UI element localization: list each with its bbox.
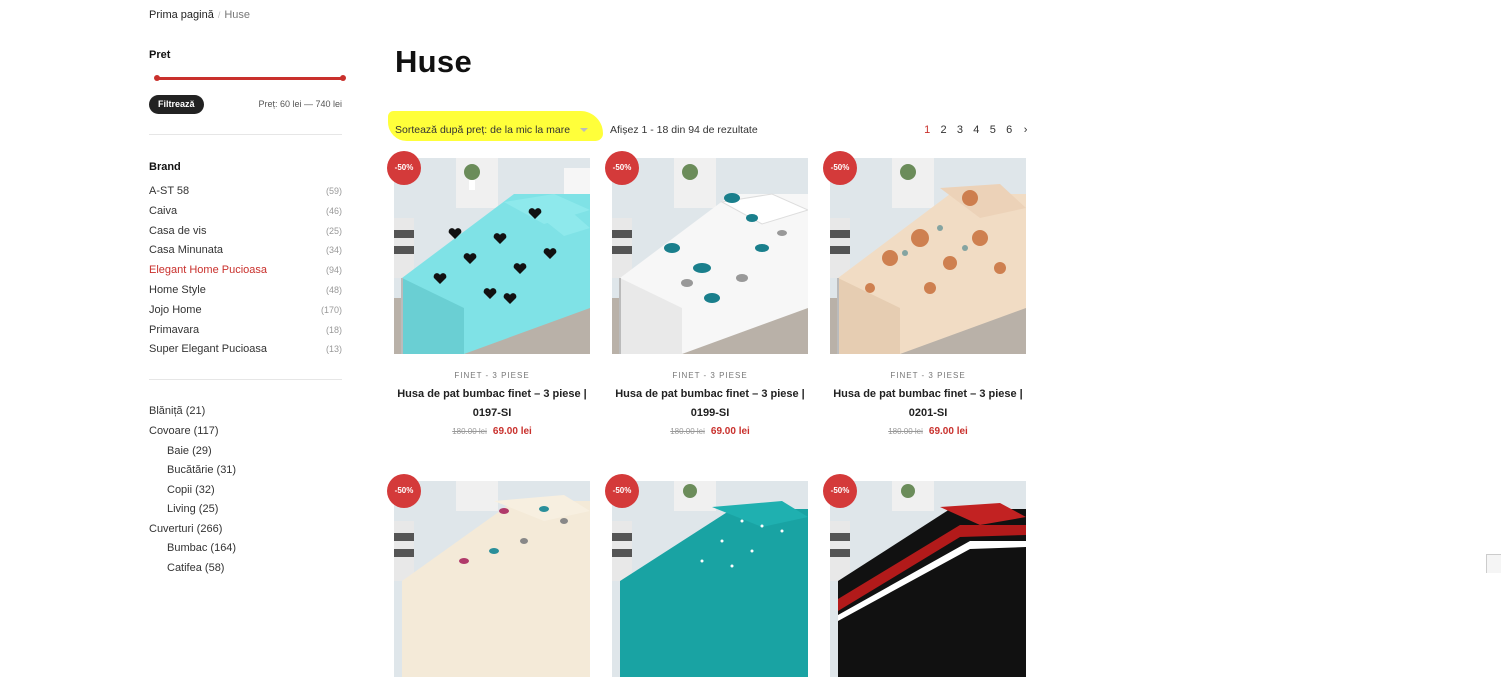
page-link[interactable]: 6 — [1001, 124, 1017, 136]
discount-badge: -50% — [605, 474, 639, 508]
brand-filter-item[interactable]: Super Elegant Pucioasa (13) — [149, 341, 342, 361]
category-list: Blănițã (21) Covoare (117) Baie (29) Bucătă… — [149, 403, 236, 579]
old-price: 180.00 lei — [670, 427, 705, 436]
brand-filter-item[interactable]: Caiva (46) — [149, 203, 342, 223]
sale-price: 69.00 lei — [710, 426, 750, 437]
price-slider-track[interactable] — [157, 77, 343, 80]
product-category[interactable]: FINET - 3 PIESE — [612, 371, 808, 380]
price-filter-heading: Pret — [149, 49, 171, 61]
breadcrumb-home-link[interactable]: Prima pagină — [149, 9, 214, 21]
brand-count: (170) — [320, 304, 342, 315]
subcategory-link[interactable]: Living (25) — [149, 501, 236, 521]
page-link[interactable]: 3 — [952, 124, 968, 136]
category-link[interactable]: Blănițã (21) — [149, 403, 236, 423]
subcategory-link[interactable]: Bucătărie (31) — [149, 462, 236, 482]
page-link[interactable]: 1 — [919, 124, 935, 136]
category-link[interactable]: Cuverturi (266) — [149, 521, 236, 541]
product-image[interactable] — [830, 158, 1026, 354]
brand-filter-item[interactable]: Elegant Home Pucioasa (94) — [149, 262, 342, 282]
price-range-label: Preț: 60 lei — 740 lei — [258, 99, 342, 109]
price-slider-max-handle[interactable] — [340, 75, 346, 81]
brand-count: (25) — [325, 225, 342, 236]
product-title[interactable]: Husa de pat bumbac finet – 3 piese | 0199… — [612, 385, 808, 423]
brand-count: (34) — [325, 245, 342, 256]
brand-name[interactable]: Super Elegant Pucioasa — [149, 341, 267, 361]
product-title[interactable]: Husa de pat bumbac finet – 3 piese | 0197… — [394, 385, 590, 423]
product-category[interactable]: FINET - 3 PIESE — [394, 371, 590, 380]
sort-select[interactable]: Sortează după preț: de la mic la mare — [395, 124, 570, 136]
brand-heading: Brand — [149, 161, 181, 173]
product-image[interactable] — [394, 158, 590, 354]
discount-badge: -50% — [823, 151, 857, 185]
price-slider-min-handle[interactable] — [154, 75, 160, 81]
product-image[interactable] — [612, 481, 808, 677]
product-category[interactable]: FINET - 3 PIESE — [830, 371, 1026, 380]
brand-name[interactable]: Casa de vis — [149, 223, 206, 243]
brand-name[interactable]: Primavara — [149, 322, 199, 342]
brand-count: (46) — [325, 205, 342, 216]
scrollbar-corner[interactable] — [1486, 554, 1501, 573]
brand-count: (13) — [325, 344, 342, 355]
page-title: Huse — [395, 44, 473, 79]
discount-badge: -50% — [823, 474, 857, 508]
product-price: 180.00 lei 69.00 lei — [830, 426, 1026, 437]
page-link[interactable]: 5 — [985, 124, 1001, 136]
brand-name[interactable]: Elegant Home Pucioasa — [149, 262, 267, 282]
brand-name[interactable]: Home Style — [149, 282, 206, 302]
brand-count: (48) — [325, 284, 342, 295]
brand-name[interactable]: Casa Minunata — [149, 242, 223, 262]
breadcrumb-current: Huse — [224, 9, 251, 21]
results-count: Afișez 1 - 18 din 94 de rezultate — [610, 124, 758, 136]
discount-badge: -50% — [387, 474, 421, 508]
brand-name[interactable]: A-ST 58 — [149, 183, 189, 203]
subcategory-link[interactable]: Catifea (58) — [149, 560, 236, 580]
old-price: 180.00 lei — [888, 427, 923, 436]
product-image[interactable] — [830, 481, 1026, 677]
brand-filter-item[interactable]: Home Style (48) — [149, 282, 342, 302]
product-price: 180.00 lei 69.00 lei — [394, 426, 590, 437]
divider — [149, 134, 342, 135]
product-image[interactable] — [612, 158, 808, 354]
sale-price: 69.00 lei — [928, 426, 968, 437]
breadcrumb: Prima pagină / Huse — [149, 9, 250, 21]
brand-name[interactable]: Caiva — [149, 203, 177, 223]
brand-filter-item[interactable]: A-ST 58 (59) — [149, 183, 342, 203]
sale-price: 69.00 lei — [492, 426, 532, 437]
brand-count: (59) — [325, 186, 342, 196]
discount-badge: -50% — [605, 151, 639, 185]
breadcrumb-separator: / — [217, 10, 221, 20]
pagination: 1 2 3 4 5 6 › — [919, 124, 1034, 136]
product-title[interactable]: Husa de pat bumbac finet – 3 piese | 0201… — [830, 385, 1026, 423]
brand-filter-item[interactable]: Casa de vis (25) — [149, 223, 342, 243]
brand-name[interactable]: Jojo Home — [149, 302, 202, 322]
brand-count: (18) — [325, 324, 342, 335]
subcategory-link[interactable]: Bumbac (164) — [149, 540, 236, 560]
brand-filter-item[interactable]: Primavara (18) — [149, 322, 342, 342]
chevron-down-icon[interactable] — [580, 128, 588, 132]
subcategory-link[interactable]: Baie (29) — [149, 443, 236, 463]
discount-badge: -50% — [387, 151, 421, 185]
filter-button[interactable]: Filtrează — [149, 95, 204, 114]
category-link[interactable]: Covoare (117) — [149, 423, 236, 443]
brand-list: A-ST 58 (59) Caiva (46) Casa de vis (25) Casa … — [149, 183, 342, 361]
product-price: 180.00 lei 69.00 lei — [612, 426, 808, 437]
brand-filter-item[interactable]: Casa Minunata (34) — [149, 242, 342, 262]
divider — [149, 379, 342, 380]
brand-filter-item[interactable]: Jojo Home (170) — [149, 302, 342, 322]
subcategory-link[interactable]: Copii (32) — [149, 482, 236, 502]
page-link[interactable]: 4 — [968, 124, 984, 136]
brand-count: (94) — [325, 265, 342, 276]
next-page-icon[interactable]: › — [1017, 124, 1033, 136]
page-link[interactable]: 2 — [935, 124, 951, 136]
old-price: 180.00 lei — [452, 427, 487, 436]
product-image[interactable] — [394, 481, 590, 677]
